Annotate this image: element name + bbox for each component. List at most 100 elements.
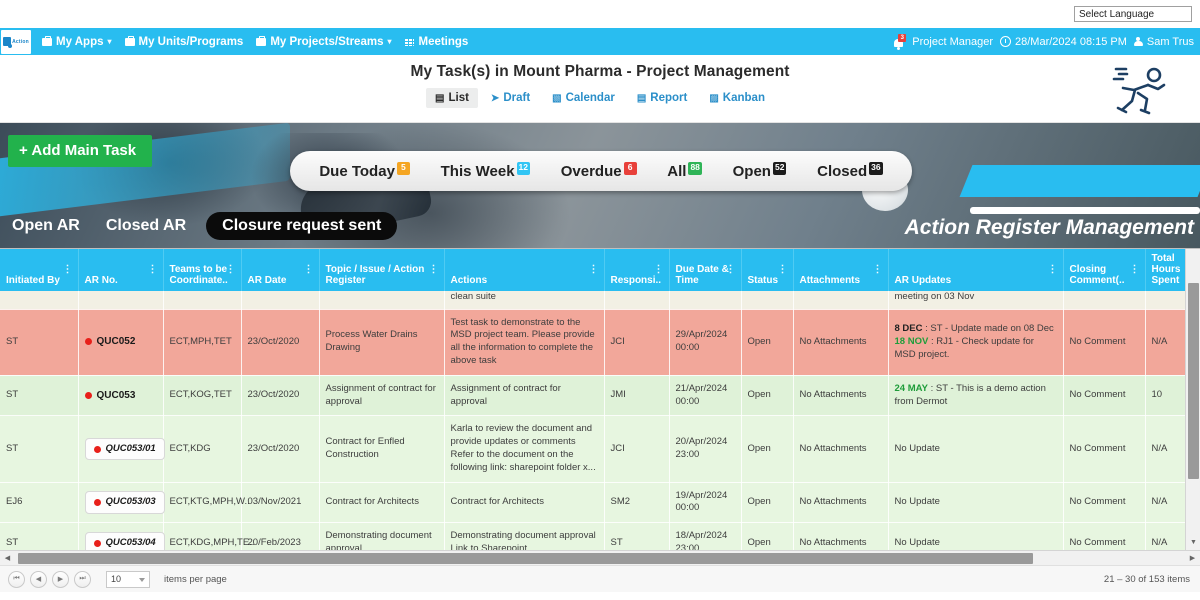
cell-ar-no[interactable]: QUC052 bbox=[78, 309, 164, 376]
column-header-due-date-time[interactable]: Due Date & Time ⋮ bbox=[669, 249, 742, 291]
filter-chip-due-today[interactable]: Due Today 5 bbox=[319, 161, 410, 180]
ar-filter-closed[interactable]: Closed AR bbox=[100, 214, 192, 238]
column-menu-icon[interactable]: ⋮ bbox=[589, 265, 599, 275]
nav-item-my-projects-streams[interactable]: My Projects/Streams ▾ bbox=[256, 35, 391, 48]
filter-chip-closed[interactable]: Closed 36 bbox=[817, 161, 883, 180]
nav-label: My Units/Programs bbox=[138, 35, 244, 48]
tab-draft[interactable]: ➤ Draft bbox=[482, 88, 539, 108]
column-header-ar-no[interactable]: AR No. ⋮ bbox=[78, 249, 164, 291]
header-label: Initiated By bbox=[6, 275, 60, 286]
chevron-down-icon: ▾ bbox=[107, 37, 112, 46]
scroll-right-arrow-icon[interactable]: ▶ bbox=[1185, 551, 1200, 566]
cell-attachments[interactable]: No Attachments bbox=[793, 375, 889, 417]
cell-ar-no[interactable]: QUC053/01 bbox=[78, 415, 165, 483]
select-language-dropdown[interactable]: Select Language bbox=[1074, 6, 1192, 22]
column-menu-icon[interactable]: ⋮ bbox=[726, 265, 736, 275]
nav-item-meetings[interactable]: Meetings bbox=[404, 36, 468, 48]
table-row[interactable]: ST QUC053 ECT,KOG,TET 23/Oct/2020 Assign… bbox=[0, 375, 1186, 417]
cell-responsible: JCI bbox=[604, 415, 670, 483]
cell-topic: Assignment of contract for approval bbox=[319, 375, 445, 417]
column-header-responsible[interactable]: Responsi.. ⋮ bbox=[604, 249, 670, 291]
column-menu-icon[interactable]: ⋮ bbox=[226, 265, 236, 275]
header-label: AR Updates bbox=[894, 275, 952, 286]
tab-calendar[interactable]: ▧ Calendar bbox=[543, 88, 624, 108]
tab-list[interactable]: ▤ List bbox=[426, 88, 478, 108]
pager-first-button[interactable]: ⏮ bbox=[8, 570, 25, 588]
pager-next-button[interactable]: ▶ bbox=[52, 570, 69, 588]
cell-initiated-by: EJ6 bbox=[0, 482, 79, 524]
column-header-topic-issue-action-register[interactable]: Topic / Issue / Action Register ⋮ bbox=[319, 249, 445, 291]
cell-topic: Process Water Drains Drawing bbox=[319, 309, 445, 376]
add-main-task-button[interactable]: + Add Main Task bbox=[8, 135, 153, 167]
column-header-attachments[interactable]: Attachments ⋮ bbox=[793, 249, 889, 291]
tab-label: Kanban bbox=[722, 92, 765, 104]
column-header-status[interactable]: Status ⋮ bbox=[741, 249, 794, 291]
tab-kanban[interactable]: ▨ Kanban bbox=[700, 88, 774, 108]
nav-menu: My Apps ▾ My Units/Programs My Projects/… bbox=[42, 35, 468, 48]
horizontal-scroll-thumb[interactable] bbox=[18, 553, 1033, 564]
app-logo[interactable]: Action bbox=[1, 29, 31, 54]
cell-attachments[interactable]: No Attachments bbox=[793, 415, 889, 483]
cell-attachments[interactable]: No Attachments bbox=[793, 309, 889, 376]
table-row[interactable]: ST QUC053/01 ECT,KDG 23/Oct/2020 Contrac… bbox=[0, 415, 1186, 483]
column-menu-icon[interactable]: ⋮ bbox=[1130, 265, 1140, 275]
nav-item-my-units-programs[interactable]: My Units/Programs bbox=[124, 35, 244, 48]
column-menu-icon[interactable]: ⋮ bbox=[778, 265, 788, 275]
column-header-actions[interactable]: Actions ⋮ bbox=[444, 249, 605, 291]
column-menu-icon[interactable]: ⋮ bbox=[304, 265, 314, 275]
scroll-left-arrow-icon[interactable]: ◀ bbox=[0, 551, 15, 566]
pager-prev-button[interactable]: ◀ bbox=[30, 570, 47, 588]
column-header-teams-to-be-coordinated[interactable]: Teams to be Coordinate.. ⋮ bbox=[163, 249, 242, 291]
header-label: Status bbox=[747, 275, 779, 286]
tab-report[interactable]: ▤ Report bbox=[628, 88, 697, 108]
user-account[interactable]: Sam Trus bbox=[1133, 36, 1194, 48]
nav-item-my-apps[interactable]: My Apps ▾ bbox=[42, 35, 112, 48]
column-menu-icon[interactable]: ⋮ bbox=[63, 265, 73, 275]
table-row[interactable]: ST QUC053/04 ECT,KDG,MPH,TE.. 20/Feb/202… bbox=[0, 522, 1186, 550]
filter-chip-overdue[interactable]: Overdue 6 bbox=[561, 161, 637, 180]
column-header-initiated-by[interactable]: Initiated By ⋮ bbox=[0, 249, 79, 291]
cell-ar-updates: No Update bbox=[888, 482, 1064, 524]
tab-label: Calendar bbox=[565, 92, 615, 104]
ar-no-chip[interactable]: QUC053/03 bbox=[84, 491, 165, 514]
cell-ar-no[interactable]: QUC053 bbox=[78, 375, 164, 417]
notification-bell-icon[interactable]: 3 bbox=[892, 33, 907, 50]
cell-ar-no[interactable]: QUC053/04 bbox=[78, 522, 165, 550]
vertical-scroll-thumb[interactable] bbox=[1188, 283, 1199, 479]
cell-ar-no[interactable]: QUC053/03 bbox=[78, 482, 165, 524]
page-size-dropdown[interactable]: 10 bbox=[106, 570, 150, 588]
column-header-closing-comment[interactable]: Closing Comment(.. ⋮ bbox=[1063, 249, 1146, 291]
column-menu-icon[interactable]: ⋮ bbox=[873, 265, 883, 275]
column-menu-icon[interactable]: ⋮ bbox=[654, 265, 664, 275]
hero-white-bar bbox=[970, 207, 1200, 214]
pager-last-button[interactable]: ⏭ bbox=[74, 570, 91, 588]
grid-vertical-scrollbar[interactable]: ▲ ▼ bbox=[1185, 249, 1200, 550]
ar-filter-open[interactable]: Open AR bbox=[6, 214, 86, 238]
column-header-ar-updates[interactable]: AR Updates ⋮ bbox=[888, 249, 1064, 291]
ar-filter-closure-request-sent[interactable]: Closure request sent bbox=[206, 212, 398, 240]
ar-no-chip[interactable]: QUC053/04 bbox=[84, 531, 165, 550]
header-label: Closing Comment(.. bbox=[1069, 264, 1125, 286]
column-menu-icon[interactable]: ⋮ bbox=[429, 265, 439, 275]
table-row[interactable]: clean suite meeting on 03 Nov bbox=[0, 291, 1186, 310]
column-menu-icon[interactable]: ⋮ bbox=[1048, 265, 1058, 275]
table-row[interactable]: ST QUC052 ECT,MPH,TET 23/Oct/2020 Proces… bbox=[0, 309, 1186, 376]
grid-horizontal-scrollbar[interactable]: ◀ ▶ bbox=[0, 550, 1200, 565]
scroll-down-arrow-icon[interactable]: ▼ bbox=[1186, 535, 1200, 550]
filter-chip-all[interactable]: All 88 bbox=[667, 161, 702, 180]
status-badge: Open bbox=[741, 309, 794, 376]
ar-no-chip[interactable]: QUC053/01 bbox=[84, 437, 165, 461]
table-row[interactable]: EJ6 QUC053/03 ECT,KTG,MPH,W.. 03/Nov/202… bbox=[0, 482, 1186, 524]
cell-attachments[interactable]: No Attachments bbox=[793, 482, 889, 524]
column-menu-icon[interactable]: ⋮ bbox=[148, 265, 158, 275]
cell-due-date: 20/Apr/2024 23:00 bbox=[669, 415, 742, 483]
status-badge: Open bbox=[741, 482, 794, 524]
filter-chip-open[interactable]: Open 52 bbox=[733, 161, 787, 180]
column-header-ar-date[interactable]: AR Date ⋮ bbox=[241, 249, 320, 291]
view-tabs: ▤ List ➤ Draft ▧ Calendar ▤ Report ▨ Kan… bbox=[0, 88, 1200, 108]
cell-attachments[interactable]: No Attachments bbox=[793, 522, 889, 550]
filter-chip-this-week[interactable]: This Week 12 bbox=[441, 161, 531, 180]
page-size-value: 10 bbox=[111, 574, 122, 584]
nav-label: Meetings bbox=[418, 35, 469, 48]
column-header-total-hours-spent[interactable]: Total Hours Spent bbox=[1145, 249, 1186, 291]
